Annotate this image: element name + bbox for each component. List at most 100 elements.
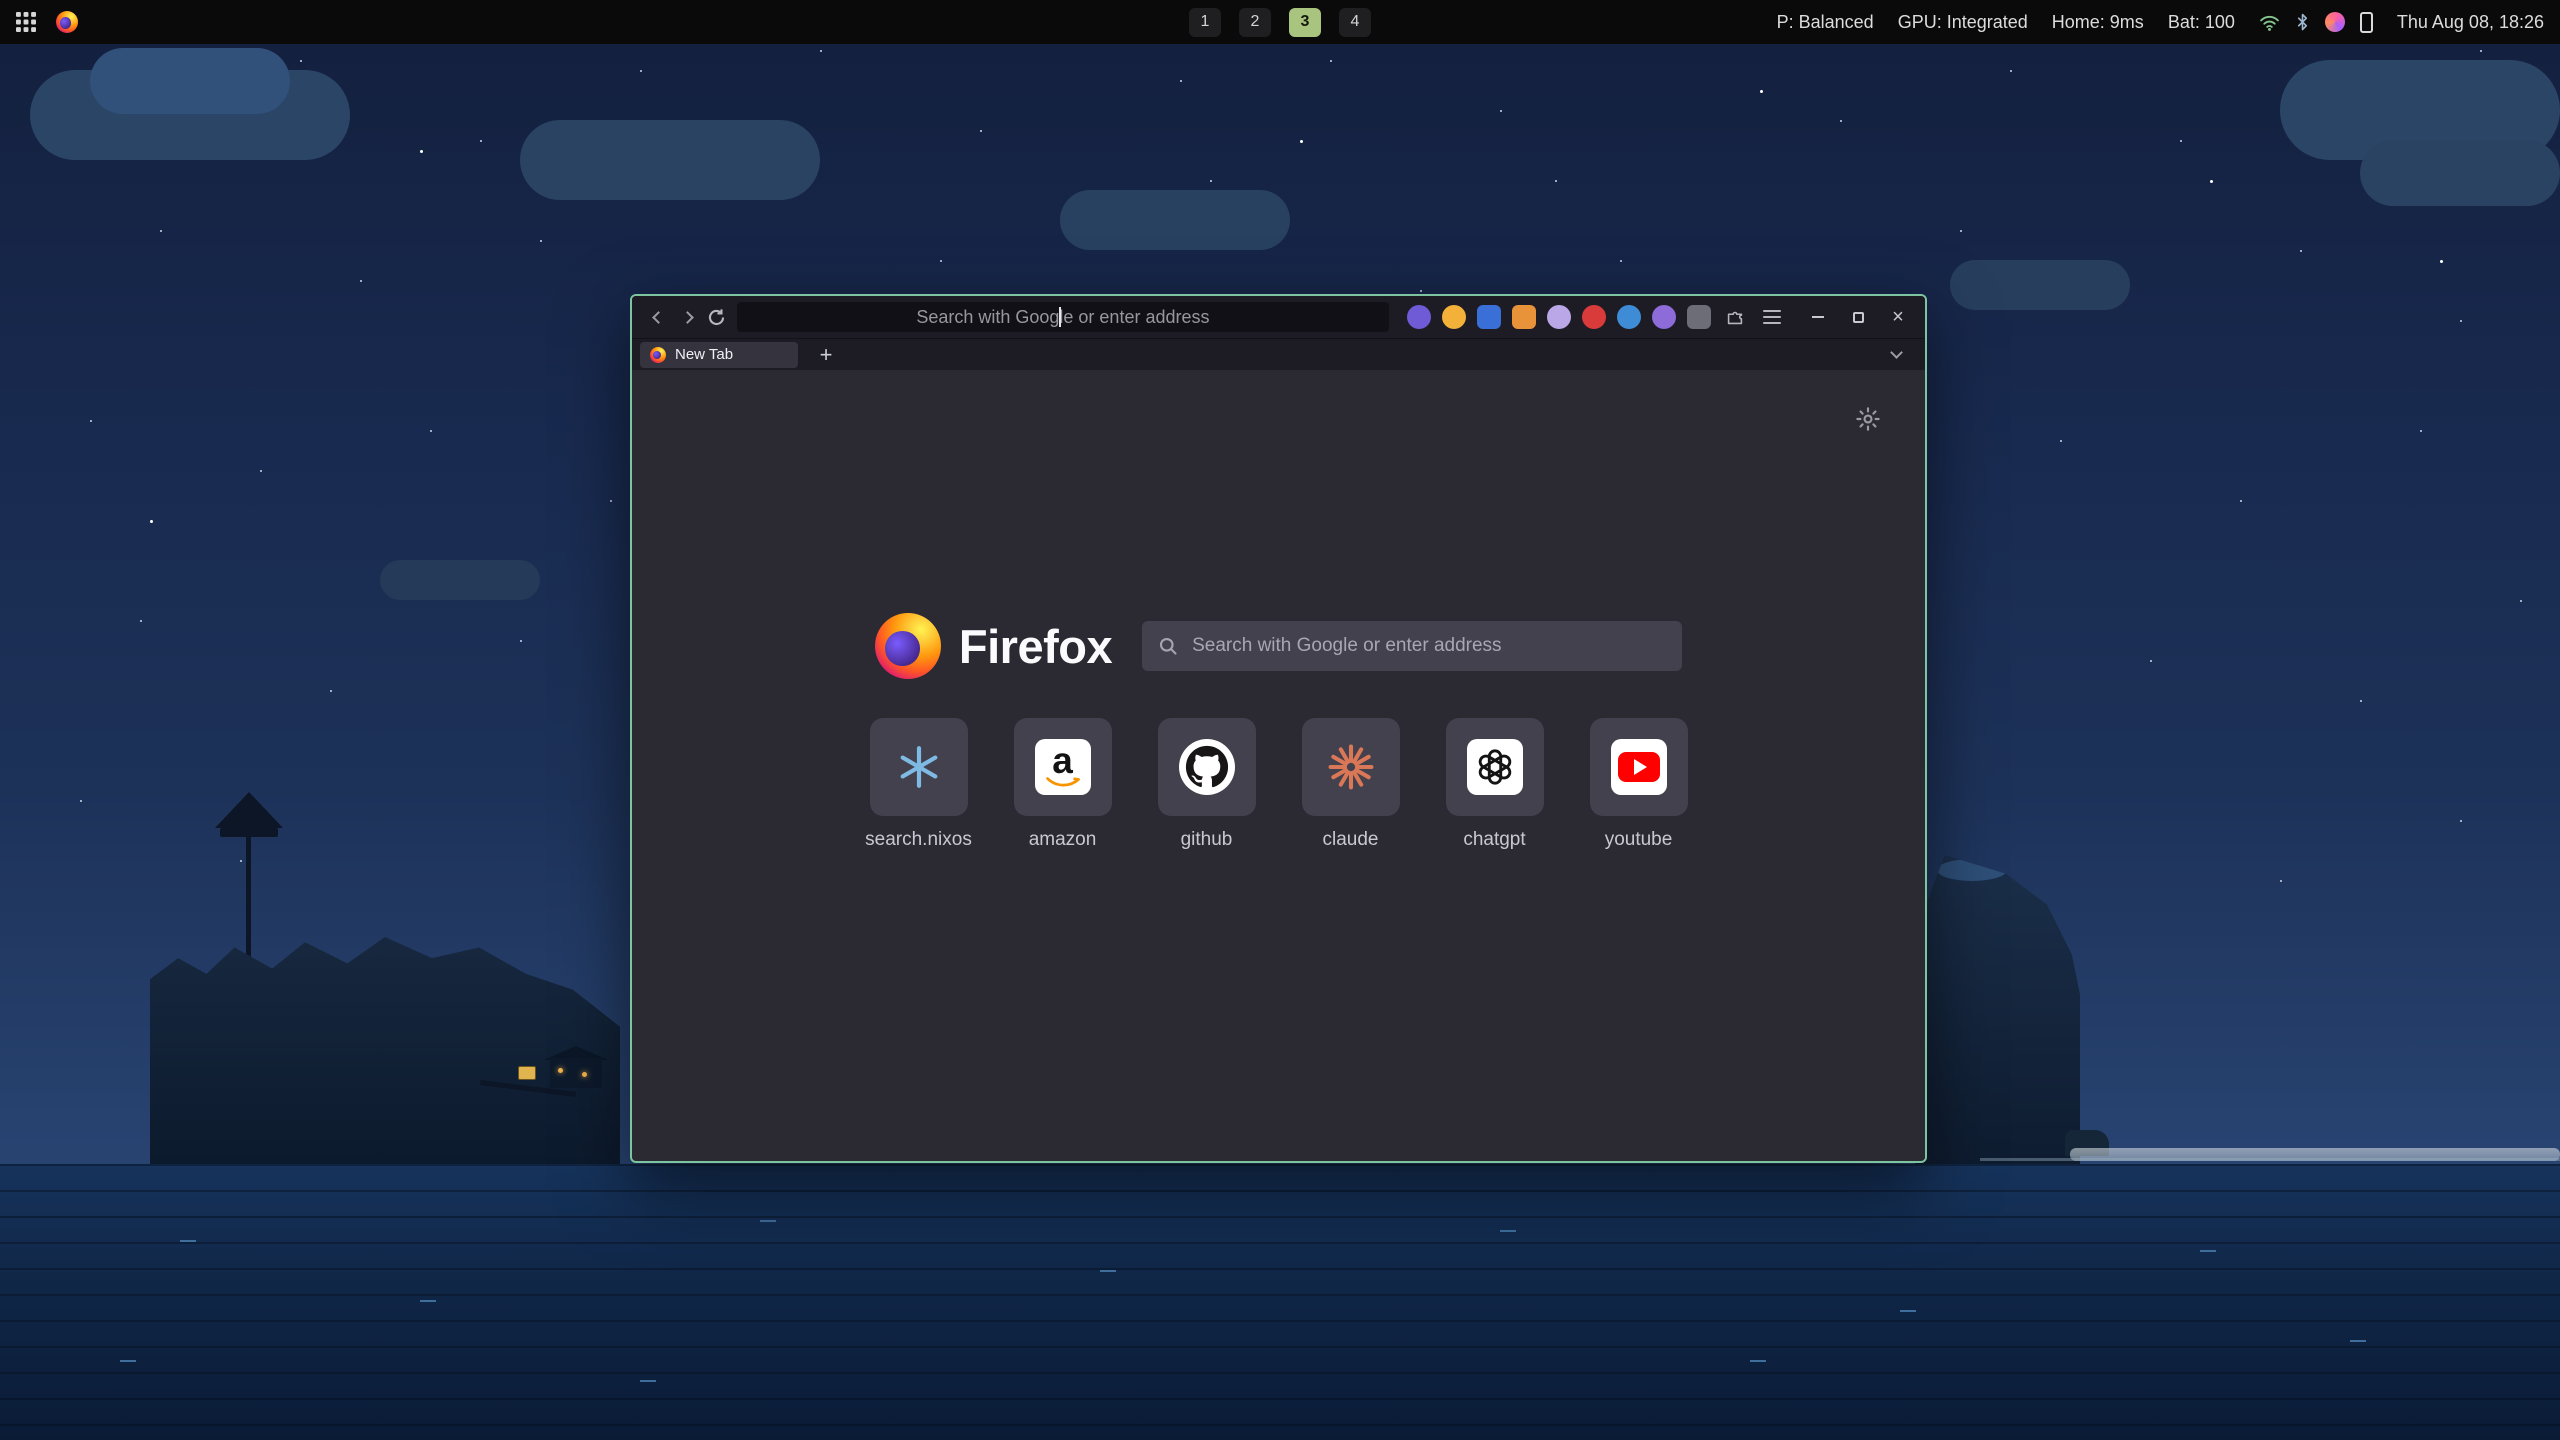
shortcut-github[interactable]: github <box>1147 718 1267 851</box>
statusbar-right: P: Balanced GPU: Integrated Home: 9ms Ba… <box>1777 12 2560 33</box>
firefox-launcher-icon[interactable] <box>56 11 78 33</box>
minimize-icon <box>1812 316 1824 318</box>
text-caret <box>1059 307 1061 327</box>
back-button[interactable] <box>644 302 673 332</box>
maximize-button[interactable] <box>1843 303 1873 331</box>
hut-light <box>558 1068 563 1073</box>
workspace-button-3[interactable]: 3 <box>1289 8 1321 37</box>
tab-strip: New Tab + <box>632 338 1925 370</box>
battery-status: Bat: 100 <box>2168 12 2235 33</box>
shortcut-tile[interactable] <box>1158 718 1256 816</box>
youtube-icon <box>1611 739 1667 795</box>
extension-icon-4[interactable] <box>1512 305 1536 329</box>
cliff-top <box>1937 859 2007 881</box>
shortcut-tile[interactable] <box>1446 718 1544 816</box>
cloud <box>90 48 290 114</box>
tab-title: New Tab <box>675 346 733 363</box>
claude-starburst-icon <box>1327 743 1375 791</box>
urlbar-input[interactable] <box>737 306 1388 329</box>
cloud <box>2360 140 2560 206</box>
amazon-smile <box>1045 776 1081 788</box>
water-glints <box>0 1180 16 1182</box>
firefox-logo <box>875 613 941 679</box>
forward-button[interactable] <box>673 302 702 332</box>
shortcut-youtube[interactable]: youtube <box>1579 718 1699 851</box>
lit-sign <box>518 1066 536 1080</box>
tab-new-tab[interactable]: New Tab <box>640 342 798 368</box>
minimize-button[interactable] <box>1803 303 1833 331</box>
urlbar[interactable] <box>737 302 1388 332</box>
cloud <box>1060 190 1290 250</box>
hut-light <box>582 1072 587 1077</box>
extension-icon-6[interactable] <box>1582 305 1606 329</box>
amazon-letter: a <box>1052 746 1073 776</box>
extension-icon-2[interactable] <box>1442 305 1466 329</box>
apps-grid-icon[interactable] <box>16 12 36 32</box>
chevron-down-icon <box>1890 346 1903 359</box>
firefox-window: × New Tab + <box>630 294 1927 1163</box>
extensions-menu-button[interactable] <box>1723 304 1748 330</box>
phone-icon[interactable] <box>2360 12 2373 33</box>
search-icon <box>1158 636 1178 656</box>
hut <box>550 1058 602 1088</box>
shortcut-tile[interactable] <box>1590 718 1688 816</box>
reload-button[interactable] <box>702 302 731 332</box>
newtab-search-bar[interactable] <box>1142 621 1682 671</box>
shortcut-chatgpt[interactable]: chatgpt <box>1435 718 1555 851</box>
firefox-wordmark: Firefox <box>959 619 1112 674</box>
browser-toolbar: × <box>632 296 1925 338</box>
personalize-settings-button[interactable] <box>1855 406 1881 432</box>
close-button[interactable]: × <box>1883 303 1913 331</box>
distant-beach <box>2070 1148 2560 1161</box>
statusbar-left <box>0 11 78 33</box>
extension-icons <box>1407 305 1711 329</box>
extension-icon-3[interactable] <box>1477 305 1501 329</box>
media-color-icon[interactable] <box>2325 12 2345 32</box>
cloud <box>520 120 820 200</box>
extension-icon-5[interactable] <box>1547 305 1571 329</box>
wifi-icon[interactable] <box>2259 14 2280 31</box>
island-silhouette <box>150 780 620 1164</box>
shortcut-claude[interactable]: claude <box>1291 718 1411 851</box>
app-menu-button[interactable] <box>1760 304 1785 330</box>
desktop: 1 2 3 4 P: Balanced GPU: Integrated Home… <box>0 0 2560 1440</box>
reload-icon <box>707 308 726 327</box>
workspace-button-4[interactable]: 4 <box>1339 8 1371 37</box>
shortcut-label: youtube <box>1605 829 1673 851</box>
youtube-play-icon <box>1618 752 1660 782</box>
shortcut-amazon[interactable]: a amazon <box>1003 718 1123 851</box>
amazon-icon: a <box>1035 739 1091 795</box>
shortcut-label: amazon <box>1029 829 1097 851</box>
extension-icon-8[interactable] <box>1652 305 1676 329</box>
extension-icon-7[interactable] <box>1617 305 1641 329</box>
clock: Thu Aug 08, 18:26 <box>2397 12 2544 33</box>
status-bar: 1 2 3 4 P: Balanced GPU: Integrated Home… <box>0 0 2560 44</box>
gpu-status: GPU: Integrated <box>1898 12 2028 33</box>
nixos-snowflake-icon <box>896 744 942 790</box>
new-tab-button[interactable]: + <box>812 342 840 368</box>
system-tray <box>2259 12 2373 33</box>
shortcut-search-nixos[interactable]: search.nixos <box>859 718 979 851</box>
shortcut-label: chatgpt <box>1463 829 1525 851</box>
cliff-silhouette <box>1915 855 2080 1165</box>
hamburger-icon <box>1763 310 1781 324</box>
extension-icon-1[interactable] <box>1407 305 1431 329</box>
bluetooth-icon[interactable] <box>2295 12 2310 32</box>
tab-favicon <box>650 347 666 363</box>
shortcut-tile[interactable] <box>870 718 968 816</box>
extension-icon-9[interactable] <box>1687 305 1711 329</box>
shortcut-tile[interactable]: a <box>1014 718 1112 816</box>
watchtower-roof <box>215 792 283 828</box>
workspace-button-2[interactable]: 2 <box>1239 8 1271 37</box>
cloud <box>1950 260 2130 310</box>
workspace-switcher: 1 2 3 4 <box>1189 8 1371 37</box>
power-profile-status: P: Balanced <box>1777 12 1874 33</box>
ocean <box>0 1164 2560 1440</box>
shortcut-tile[interactable] <box>1302 718 1400 816</box>
shortcut-label: search.nixos <box>865 829 972 851</box>
newtab-search-input[interactable] <box>1190 634 1666 658</box>
tab-overflow-button[interactable] <box>1883 342 1909 368</box>
workspace-button-1[interactable]: 1 <box>1189 8 1221 37</box>
forward-icon <box>681 311 694 324</box>
chatgpt-icon <box>1467 739 1523 795</box>
